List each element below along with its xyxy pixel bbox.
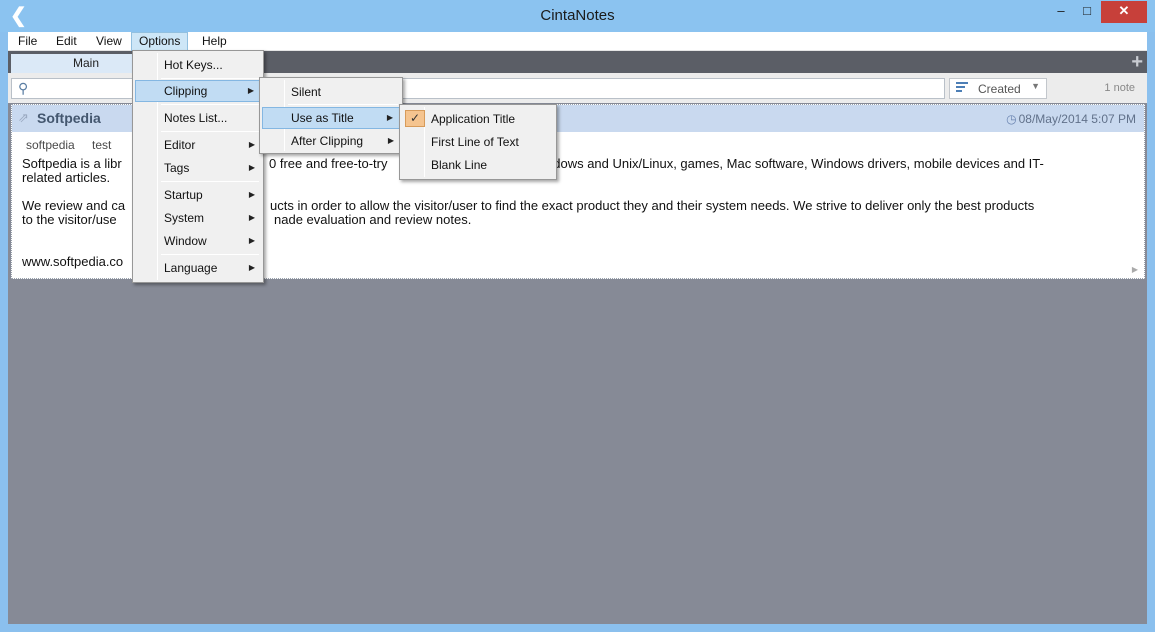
menu-item-system[interactable]: System ▶ (135, 207, 261, 229)
menu-item-hotkeys[interactable]: Hot Keys... (135, 54, 261, 76)
use-as-title-submenu: ✓ Application Title First Line of Text B… (399, 104, 557, 180)
note-text-fragment: 0 free and free-to-try (269, 156, 388, 171)
window-title: CintaNotes (540, 7, 615, 24)
options-menu: Hot Keys... Clipping ▶ Notes List... Edit… (132, 50, 264, 283)
triangle-right-icon: ▶ (386, 113, 393, 122)
pin-icon[interactable]: ⇗ (18, 110, 29, 126)
menu-options[interactable]: Options (131, 32, 189, 51)
menu-item-use-as-title[interactable]: Use as Title ▶ (262, 107, 400, 129)
note-text-fragment: We review and ca (22, 198, 126, 213)
menu-view[interactable]: View (89, 32, 129, 51)
menu-file[interactable]: File (11, 32, 44, 51)
menu-item-blank-line[interactable]: Blank Line (402, 154, 554, 176)
menu-item-startup[interactable]: Startup ▶ (135, 184, 261, 206)
close-button[interactable]: ✕ (1101, 1, 1147, 23)
maximize-button[interactable]: □ (1076, 1, 1098, 23)
note-text-fragment: Softpedia is a libr (22, 156, 122, 171)
clock-icon: ◷ (1006, 112, 1017, 126)
note-text-fragment: www.softpedia.co (22, 254, 124, 269)
menu-bar: File Edit View Options Help (8, 32, 1147, 51)
sort-icon (956, 82, 968, 93)
triangle-right-icon: ▶ (387, 136, 394, 145)
note-text-fragment: ndows and Unix/Linux, games, Mac softwar… (546, 156, 1044, 171)
sort-label: Created (978, 82, 1021, 96)
triangle-right-icon: ▶ (1131, 265, 1138, 274)
title-bar: ❮ CintaNotes – □ ✕ (0, 0, 1155, 32)
clipping-submenu: Silent Use as Title ▶ After Clipping ▶ (259, 77, 403, 154)
menu-item-editor[interactable]: Editor ▶ (135, 134, 261, 156)
triangle-right-icon: ▶ (247, 86, 254, 95)
note-date: ◷ 08/May/2014 5:07 PM (1006, 112, 1136, 126)
minimize-button[interactable]: – (1050, 1, 1072, 23)
menu-item-first-line[interactable]: First Line of Text (402, 131, 554, 153)
sort-dropdown[interactable]: Created ▼ (949, 78, 1047, 99)
search-icon: ⚲ (18, 80, 29, 96)
menu-item-notes-list[interactable]: Notes List... (135, 107, 261, 129)
note-text-fragment: related articles. (22, 170, 111, 185)
note-tags: softpedia test (26, 138, 125, 152)
tag-item[interactable]: softpedia (26, 138, 75, 152)
triangle-right-icon: ▶ (248, 263, 255, 272)
chevron-down-icon: ▼ (1031, 81, 1040, 91)
menu-edit[interactable]: Edit (49, 32, 84, 51)
note-title: Softpedia (37, 110, 101, 126)
menu-item-language[interactable]: Language ▶ (135, 257, 261, 279)
menu-item-clipping[interactable]: Clipping ▶ (135, 80, 261, 102)
triangle-right-icon: ▶ (248, 140, 255, 149)
menu-item-window[interactable]: Window ▶ (135, 230, 261, 252)
note-text-fragment: nade evaluation and review notes. (274, 212, 472, 227)
checkmark-icon: ✓ (405, 110, 425, 127)
triangle-right-icon: ▶ (248, 236, 255, 245)
menu-item-tags[interactable]: Tags ▶ (135, 157, 261, 179)
tag-item[interactable]: test (92, 138, 111, 152)
note-text-fragment: ucts in order to allow the visitor/user … (270, 198, 1035, 213)
menu-item-application-title[interactable]: ✓ Application Title (402, 108, 554, 130)
triangle-right-icon: ▶ (248, 213, 255, 222)
menu-item-after-clipping[interactable]: After Clipping ▶ (262, 130, 400, 152)
note-text-fragment: to the visitor/use (22, 212, 117, 227)
triangle-right-icon: ▶ (248, 190, 255, 199)
menu-help[interactable]: Help (195, 32, 234, 51)
menu-item-silent[interactable]: Silent (262, 81, 400, 103)
note-count: 1 note (1104, 82, 1135, 94)
triangle-right-icon: ▶ (248, 163, 255, 172)
add-tab-icon[interactable]: + (1131, 51, 1143, 73)
